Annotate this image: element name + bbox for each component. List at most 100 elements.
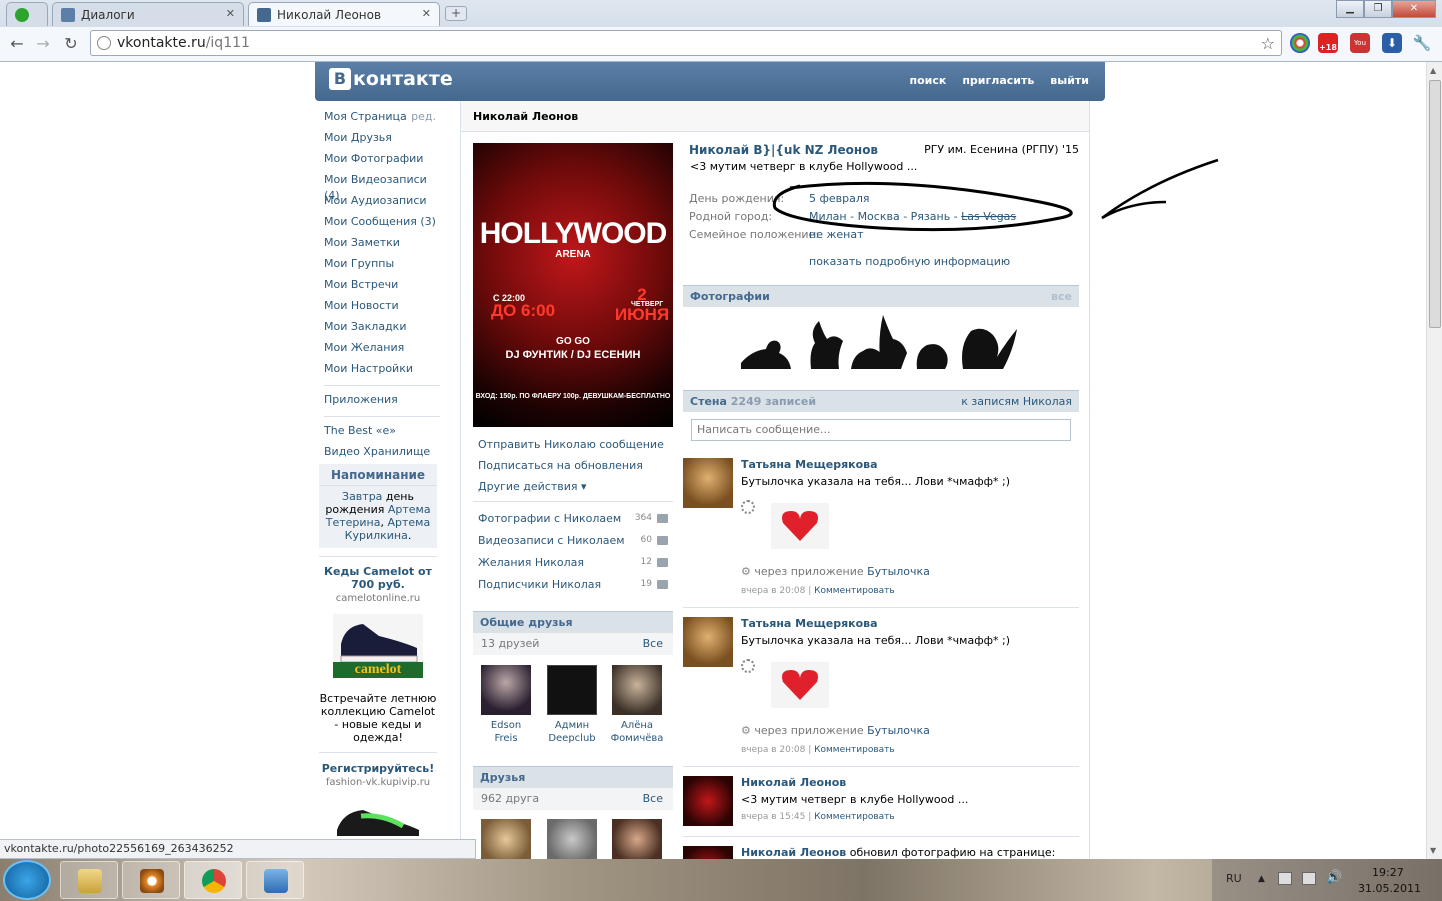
comment-link[interactable]: Комментировать <box>814 812 895 822</box>
friend-avatar[interactable] <box>547 819 597 859</box>
post-avatar[interactable] <box>683 617 733 667</box>
app-video-storage[interactable]: Видео Хранилище <box>324 444 440 465</box>
profile-university[interactable]: РГУ им. Есенина (РГПУ) '15 <box>924 143 1079 156</box>
nav-search[interactable]: поиск <box>909 74 946 87</box>
volume-icon[interactable]: 🔊 <box>1326 870 1342 885</box>
post-author[interactable]: Татьяна Мещерякова <box>741 458 878 471</box>
post-time[interactable]: вчера в 20:08 <box>741 586 805 596</box>
counter-videos[interactable]: Видеозаписи с Николаем 60 <box>478 534 668 547</box>
menu-apps[interactable]: Приложения <box>324 392 440 413</box>
scroll-up-icon[interactable]: ▲ <box>1430 66 1436 75</box>
download-icon[interactable]: ⬇ <box>1382 33 1402 53</box>
menu-audio[interactable]: Мои Аудиозаписи <box>324 193 440 214</box>
friend-card[interactable]: Админ Deepclub <box>542 665 602 745</box>
clock-date[interactable]: 31.05.2011 <box>1358 882 1421 895</box>
minimize-icon[interactable]: ▁ <box>1336 0 1364 18</box>
ad-image[interactable] <box>333 802 423 842</box>
tab-dialogs[interactable]: Диалоги ✕ <box>52 2 244 26</box>
wrench-icon[interactable]: 🔧 <box>1412 33 1432 53</box>
network-icon[interactable] <box>1302 872 1316 885</box>
post-app-link[interactable]: Бутылочка <box>867 724 930 737</box>
menu-bookmarks[interactable]: Мои Закладки <box>324 319 440 340</box>
friend-card[interactable]: Edson Freis <box>476 665 536 745</box>
app-the-best[interactable]: The Best «e» <box>324 423 440 444</box>
profile-photo[interactable]: HOLLYWOOD ARENA С 22:00 ДО 6:00 2 ИЮНЯ Ч… <box>473 143 673 427</box>
post-time[interactable]: вчера в 20:08 <box>741 745 805 755</box>
scroll-thumb[interactable] <box>1429 80 1441 328</box>
post-author[interactable]: Николай Леонов <box>741 846 846 859</box>
start-button[interactable] <box>3 860 51 900</box>
address-bar[interactable]: vkontakte.ru/iq111 ☆ <box>90 30 1282 56</box>
menu-news[interactable]: Мои Новости <box>324 298 440 319</box>
menu-messages[interactable]: Мои Сообщения (3) <box>324 214 440 235</box>
ad-title[interactable]: Кеды Camelot от 700 руб. <box>319 565 437 591</box>
owner-posts-link[interactable]: к записям Николая <box>961 391 1072 412</box>
tray-expand-icon[interactable]: ▲ <box>1258 874 1265 884</box>
common-friends-header[interactable]: Общие друзья <box>473 611 673 633</box>
other-actions-link[interactable]: Другие действия ▾ <box>478 480 587 493</box>
bookmark-star-icon[interactable]: ☆ <box>1261 34 1275 53</box>
edit-link[interactable]: ред. <box>411 109 436 125</box>
counter-followers[interactable]: Подписчики Николая 19 <box>478 578 668 591</box>
counter-photos[interactable]: Фотографии с Николаем 364 <box>478 512 668 525</box>
post-author[interactable]: Татьяна Мещерякова <box>741 617 878 630</box>
vk-logo[interactable]: В контакте <box>329 68 453 90</box>
photos-strip[interactable] <box>731 311 1031 373</box>
menu-notes[interactable]: Мои Заметки <box>324 235 440 256</box>
forward-icon[interactable]: → <box>32 34 54 53</box>
friend-card[interactable]: Алёна Фомичёва <box>607 665 667 745</box>
back-icon[interactable]: ← <box>6 34 28 53</box>
taskbar-explorer[interactable] <box>60 861 118 899</box>
post-time[interactable]: вчера в 15:45 <box>741 812 805 822</box>
close-window-icon[interactable]: ✕ <box>1392 0 1436 18</box>
post-author[interactable]: Николай Леонов <box>741 776 846 789</box>
tab-pinned-app[interactable] <box>6 2 48 26</box>
scroll-down-icon[interactable]: ▼ <box>1430 846 1436 855</box>
ad-title[interactable]: Регистрируйтесь! <box>319 762 437 775</box>
profile-status[interactable]: <3 мутим четверг в клубе Hollywood ... <box>690 160 917 173</box>
reminder-link[interactable]: Завтра <box>342 490 382 503</box>
subscribe-link[interactable]: Подписаться на обновления <box>478 459 643 472</box>
heart-cup-icon[interactable] <box>769 501 831 551</box>
family-value[interactable]: не женат <box>809 228 863 241</box>
menu-wishes[interactable]: Мои Желания <box>324 340 440 361</box>
menu-my-page[interactable]: Моя Страница ред. <box>324 109 440 130</box>
new-tab-button[interactable]: + <box>445 6 467 21</box>
menu-videos[interactable]: Мои Видеозаписи (4) <box>324 172 440 202</box>
menu-photos[interactable]: Мои Фотографии <box>324 151 440 172</box>
comment-link[interactable]: Комментировать <box>814 586 895 596</box>
taskbar-chrome[interactable] <box>184 861 242 899</box>
all-common-friends-link[interactable]: Все <box>643 633 663 655</box>
nav-logout[interactable]: выйти <box>1050 74 1089 87</box>
send-message-link[interactable]: Отправить Николаю сообщение <box>478 438 664 451</box>
action-center-icon[interactable] <box>1278 872 1292 885</box>
menu-settings[interactable]: Мои Настройки <box>324 361 440 382</box>
post-avatar[interactable] <box>683 458 733 508</box>
friends-header[interactable]: Друзья <box>473 766 673 788</box>
taskbar-media-player[interactable] <box>122 861 180 899</box>
hometown-value[interactable]: Милан - Москва - Рязань - Las Vegas <box>809 210 1016 223</box>
comment-link[interactable]: Комментировать <box>814 745 895 755</box>
maximize-icon[interactable]: ❐ <box>1364 0 1392 18</box>
counter-wishes[interactable]: Желания Николая 12 <box>478 556 668 569</box>
heart-cup-icon[interactable] <box>769 660 831 710</box>
menu-events[interactable]: Мои Встречи <box>324 277 440 298</box>
friend-avatar[interactable] <box>612 819 662 859</box>
page-scrollbar[interactable]: ▲ ▼ <box>1426 62 1442 859</box>
ad-text[interactable]: Встречайте летнюю коллекцию Camelot - но… <box>319 692 437 744</box>
language-indicator[interactable]: RU <box>1226 872 1242 885</box>
post-avatar[interactable] <box>683 846 733 859</box>
close-icon[interactable]: ✕ <box>422 7 431 20</box>
wall-post-input[interactable]: Написать сообщение... <box>691 419 1071 441</box>
nav-invite[interactable]: пригласить <box>962 74 1034 87</box>
age-18-icon[interactable]: +18 <box>1318 33 1338 53</box>
menu-groups[interactable]: Мои Группы <box>324 256 440 277</box>
all-photos-link[interactable]: все <box>1051 286 1072 307</box>
post-app-link[interactable]: Бутылочка <box>867 565 930 578</box>
photos-header[interactable]: Фотографии все <box>683 285 1079 307</box>
youtube-icon[interactable]: You <box>1350 33 1370 53</box>
tab-profile[interactable]: Николай Леонов ✕ <box>248 2 440 26</box>
all-friends-link[interactable]: Все <box>643 788 663 810</box>
menu-friends[interactable]: Мои Друзья <box>324 130 440 151</box>
friend-avatar[interactable] <box>481 819 531 859</box>
